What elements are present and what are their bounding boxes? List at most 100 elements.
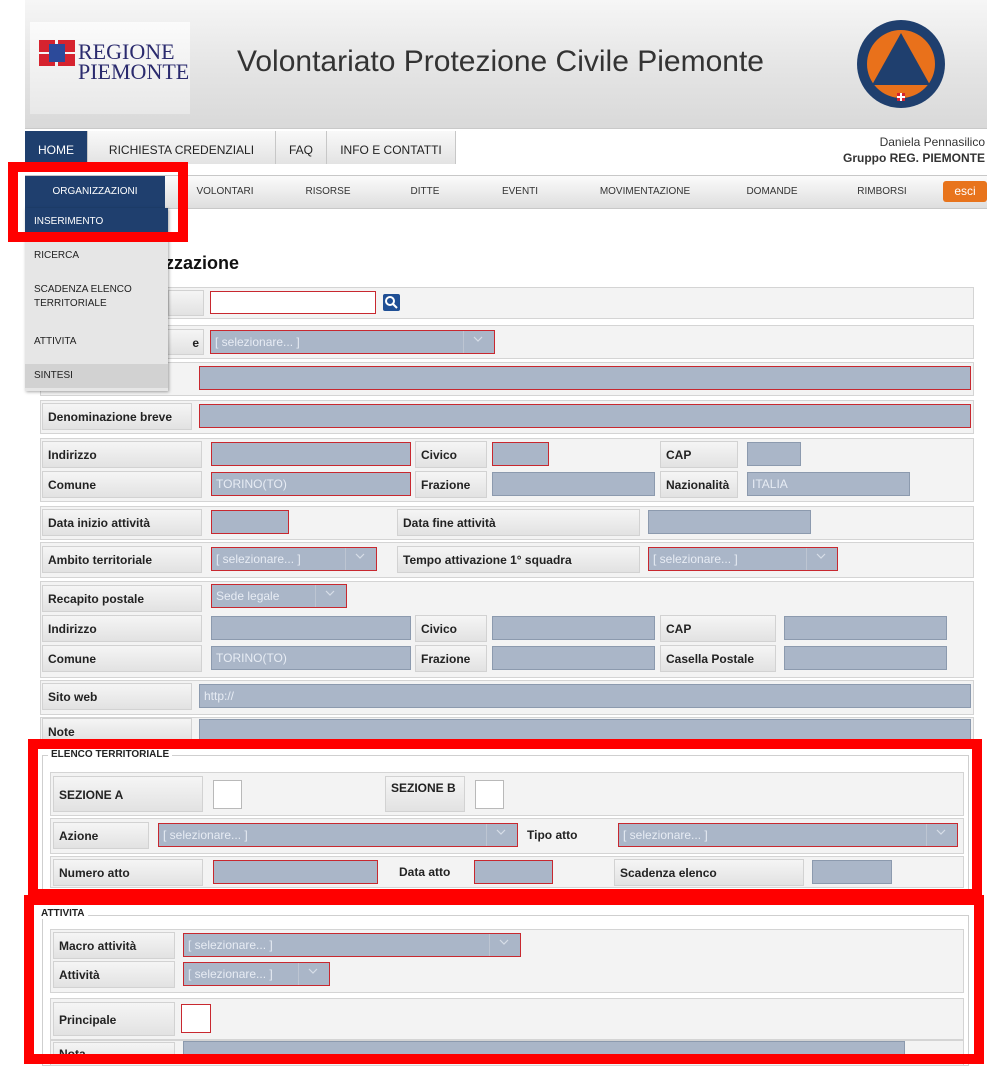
tempo-attivazione-select[interactable]: [ selezionare... ]: [648, 547, 838, 571]
nota-field[interactable]: [183, 1041, 905, 1064]
chevron-down-icon: [325, 590, 335, 596]
nav-info-contatti[interactable]: INFO E CONTATTI: [327, 131, 456, 164]
label-tipo-atto: Tipo atto: [527, 828, 578, 842]
sezione-a-checkbox[interactable]: [213, 780, 242, 809]
regione-piemonte-logo[interactable]: REGIONE PIEMONTE: [30, 22, 190, 114]
data-atto-field[interactable]: [474, 860, 553, 884]
frazione-field[interactable]: [492, 472, 655, 496]
select-value: [ selezionare... ]: [163, 828, 248, 842]
ambito-select[interactable]: [ selezionare... ]: [211, 547, 377, 571]
denominazione-breve-field[interactable]: [199, 404, 971, 428]
subnav-organizzazioni[interactable]: ORGANIZZAZIONI: [25, 176, 165, 208]
comune-recapito-field[interactable]: TORINO(TO): [211, 646, 411, 670]
menu-item-attivita[interactable]: ATTIVITA: [25, 332, 168, 352]
chevron-down-icon: [496, 829, 506, 835]
chevron-down-icon: [936, 829, 946, 835]
label-nota: Nota: [53, 1042, 175, 1064]
subnav-eventi[interactable]: EVENTI: [490, 176, 550, 208]
label-sezione-b: SEZIONE B: [385, 776, 465, 812]
label-scadenza-elenco: Scadenza elenco: [614, 859, 804, 886]
label-data-inizio: Data inizio attività: [42, 509, 202, 536]
select-value: [ selezionare... ]: [216, 552, 301, 566]
subnav-volontari[interactable]: VOLONTARI: [185, 176, 265, 208]
principale-checkbox[interactable]: [181, 1004, 211, 1033]
elenco-territoriale-legend: ELENCO TERRITORIALE: [48, 749, 173, 760]
chevron-down-icon: [355, 553, 365, 559]
data-fine-field[interactable]: [648, 510, 811, 534]
casella-postale-field[interactable]: [784, 646, 947, 670]
label-comune: Comune: [42, 471, 202, 498]
frazione-recapito-field[interactable]: [492, 646, 655, 670]
tipo-atto-select[interactable]: [ selezionare... ]: [618, 823, 958, 847]
civico-field[interactable]: [492, 442, 549, 466]
label-macro-attivita: Macro attività: [53, 932, 175, 959]
subnav-ditte[interactable]: DITTE: [395, 176, 455, 208]
chevron-down-icon: [473, 336, 483, 342]
indirizzo-field[interactable]: [211, 442, 411, 466]
menu-item-territoriale[interactable]: TERRITORIALE: [25, 297, 168, 311]
label-frazione: Frazione: [415, 471, 487, 498]
logout-button[interactable]: esci: [943, 181, 987, 202]
menu-item-ricerca[interactable]: RICERCA: [25, 246, 168, 266]
label-civico: Civico: [415, 441, 487, 468]
scadenza-elenco-field[interactable]: [812, 860, 892, 884]
note-field[interactable]: [199, 719, 971, 741]
chevron-down-icon: [308, 968, 318, 974]
subnav-domande[interactable]: DOMANDE: [737, 176, 807, 208]
flag-icon: [39, 40, 75, 66]
civico-recapito-field[interactable]: [492, 616, 655, 640]
nav-richiesta-credenziali[interactable]: RICHIESTA CREDENZIALI: [88, 131, 276, 164]
chevron-down-icon: [816, 553, 826, 559]
numero-atto-field[interactable]: [213, 860, 378, 884]
organizzazioni-dropdown-menu: INSERIMENTO RICERCA SCADENZA ELENCO TERR…: [25, 208, 168, 391]
sito-web-field[interactable]: http://: [199, 684, 971, 708]
user-name: Daniela Pennasilico: [879, 135, 985, 149]
denominazione-field[interactable]: [199, 366, 971, 390]
label-azione: Azione: [53, 822, 149, 849]
label-attivita: Attività: [53, 961, 175, 988]
logo-text-piemonte: PIEMONTE: [78, 59, 190, 84]
subnav-rimborsi[interactable]: RIMBORSI: [847, 176, 917, 208]
page-title: izzazione: [160, 253, 240, 273]
menu-item-inserimento[interactable]: INSERIMENTO: [25, 208, 168, 236]
label-tempo-attivazione: Tempo attivazione 1° squadra: [397, 546, 640, 573]
search-icon[interactable]: [383, 294, 400, 311]
select-value: [ selezionare... ]: [215, 335, 300, 349]
menu-item-scadenza-elenco[interactable]: SCADENZA ELENCO: [25, 283, 168, 297]
label-comune-recapito: Comune: [42, 645, 202, 672]
nazionalita-field[interactable]: ITALIA: [747, 472, 910, 496]
label-denominazione-breve: Denominazione breve: [42, 403, 192, 430]
indirizzo-recapito-field[interactable]: [211, 616, 411, 640]
label-casella-postale: Casella Postale: [660, 645, 776, 672]
recapito-postale-select[interactable]: Sede legale: [211, 584, 347, 608]
label-sito-web: Sito web: [42, 683, 192, 710]
nav-faq[interactable]: FAQ: [276, 131, 327, 164]
row-label: [168, 290, 204, 316]
select-value: [ selezionare... ]: [653, 552, 738, 566]
attivita-select[interactable]: [ selezionare... ]: [183, 962, 330, 986]
select-value: [ selezionare... ]: [623, 828, 708, 842]
attivita-legend: ATTIVITA: [38, 908, 88, 919]
comune-field[interactable]: TORINO(TO): [211, 472, 411, 496]
label-sezione-a: SEZIONE A: [53, 776, 203, 812]
user-info: Daniela Pennasilico Gruppo REG. PIEMONTE: [843, 134, 985, 166]
azione-select[interactable]: [ selezionare... ]: [158, 823, 518, 847]
search-field[interactable]: [210, 291, 376, 314]
subnav-movimentazione[interactable]: MOVIMENTAZIONE: [585, 176, 705, 208]
select-value: [ selezionare... ]: [188, 938, 273, 952]
subnav-risorse[interactable]: RISORSE: [293, 176, 363, 208]
label-cap-recapito: CAP: [660, 615, 776, 642]
sezione-b-checkbox[interactable]: [475, 780, 504, 809]
data-inizio-field[interactable]: [211, 510, 289, 534]
label-numero-atto: Numero atto: [53, 859, 203, 886]
menu-item-sintesi[interactable]: SINTESI: [25, 364, 168, 388]
nav-home[interactable]: HOME: [25, 131, 88, 164]
tipologia-select[interactable]: [ selezionare... ]: [210, 330, 495, 354]
label-nazionalita: Nazionalità: [660, 471, 738, 498]
cap-field[interactable]: [747, 442, 801, 466]
label-cap: CAP: [660, 441, 738, 468]
macro-attivita-select[interactable]: [ selezionare... ]: [183, 933, 521, 957]
label-data-fine: Data fine attività: [397, 509, 640, 536]
cap-recapito-field[interactable]: [784, 616, 947, 640]
label-principale: Principale: [53, 1002, 175, 1036]
